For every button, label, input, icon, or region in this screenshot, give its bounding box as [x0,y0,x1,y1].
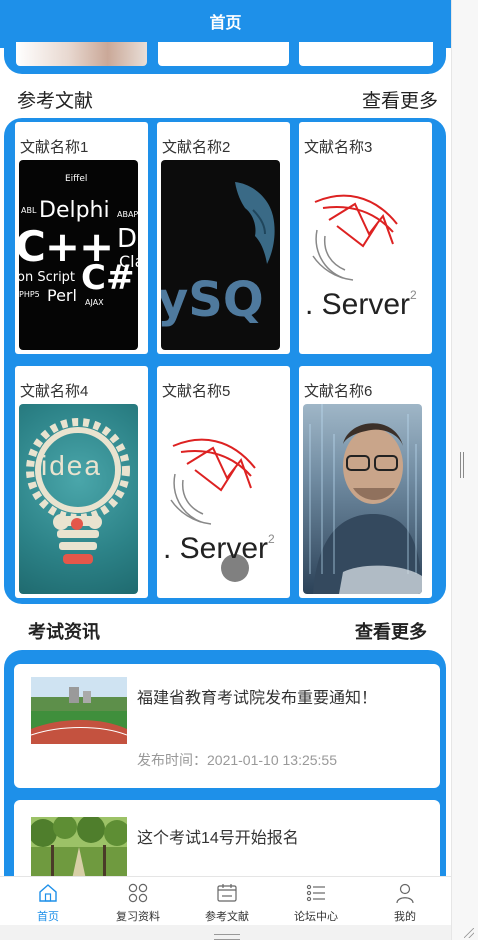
tab-mine[interactable]: 我的 [360,877,450,925]
exam-title: 考试资讯 [28,622,100,642]
banner-slide[interactable] [158,42,289,66]
reference-cover-image [303,404,422,594]
exam-header: 考试资讯 查看更多 [0,618,451,648]
exam-more-link[interactable]: 查看更多 [355,618,427,644]
cover-text: C# [81,258,135,298]
tab-references[interactable]: 参考文献 [182,877,272,925]
cover-text: Delphi [39,198,110,223]
cover-text: D [117,224,138,254]
bottom-tab-bar: 首页 复习资料 参考文献 论坛中心 我的 [0,876,451,925]
cover-text: on Script [19,270,76,285]
news-headline: 福建省教育考试院发布重要通知！ [137,690,378,707]
idea-text: idea [41,450,102,481]
tab-label: 参考文献 [205,911,249,923]
reference-cover-image: . Server2 [303,160,422,350]
app-screen: 首页 参考文献 查看更多 文献名称1 Eiffel ABL Delphi ABA… [0,0,451,925]
reference-name: 文献名称1 [20,139,89,156]
references-panel: 文献名称1 Eiffel ABL Delphi ABAP C++ D Cla C… [4,118,446,604]
home-icon [39,884,57,902]
cover-text: ABAP [117,210,138,219]
news-thumbnail [31,677,127,744]
resize-corner-icon[interactable] [464,928,474,938]
reference-name: 文献名称4 [20,383,89,400]
reference-cover-image: Eiffel ABL Delphi ABAP C++ D Cla C# on S… [19,160,138,350]
reference-card[interactable]: 文献名称4 idea [15,366,148,598]
banner-slide[interactable] [16,42,147,66]
reference-card[interactable]: 文献名称6 [299,366,432,598]
references-title: 参考文献 [17,91,94,112]
tab-label: 复习资料 [116,911,160,923]
reference-cover-image: ySQ [161,160,280,350]
page-title: 首页 [209,15,242,32]
reference-cover-image: . Server2 [161,404,280,594]
tab-label: 论坛中心 [294,911,338,923]
tab-label: 首页 [37,911,59,923]
tab-forum[interactable]: 论坛中心 [271,877,361,925]
cover-text: Eiffel [65,174,88,184]
lightbulb-gear-icon [26,418,130,564]
references-more-link[interactable]: 查看更多 [362,86,438,113]
reference-card[interactable]: 文献名称5 . Server2 [157,366,290,598]
sqlserver-wordmark: . Server2 [305,288,417,321]
reference-card[interactable]: 文献名称2 ySQ [157,122,290,354]
reference-name: 文献名称2 [162,139,231,156]
cover-text: ABL [21,206,37,215]
window-gutter [451,0,478,940]
tab-review[interactable]: 复习资料 [93,877,183,925]
cover-text: Perl [47,286,77,305]
drag-handle[interactable] [214,934,240,940]
window-bottom-strip [0,925,451,940]
news-time: 发布时间：2021-01-10 13:25:55 [137,752,337,768]
cover-text: PHP5 [19,290,40,299]
calendar-icon [217,884,237,902]
sqlserver-wordmark: . Server2 [163,532,275,565]
news-item[interactable]: 福建省教育考试院发布重要通知！ 发布时间：2021-01-10 13:25:55 [14,664,440,788]
reference-name: 文献名称5 [162,383,231,400]
banner-slide[interactable] [299,42,433,66]
tab-home[interactable]: 首页 [3,877,93,925]
banner-carousel[interactable] [4,34,446,74]
user-icon [396,883,414,904]
news-headline: 这个考试14号开始报名 [137,830,299,847]
reference-card[interactable]: 文献名称1 Eiffel ABL Delphi ABAP C++ D Cla C… [15,122,148,354]
reference-cover-image: idea [19,404,138,594]
references-header: 参考文献 查看更多 [0,86,451,116]
resize-grip[interactable] [460,452,466,478]
tab-label: 我的 [394,911,416,923]
reference-name: 文献名称6 [304,383,373,400]
programmer-photo [309,404,422,594]
grid-icon [128,883,148,903]
news-thumbnail [31,817,127,884]
reference-name: 文献名称3 [304,139,373,156]
reference-card[interactable]: 文献名称3 . Server2 [299,122,432,354]
cover-text: AJAX [85,298,104,307]
list-icon [306,884,325,902]
